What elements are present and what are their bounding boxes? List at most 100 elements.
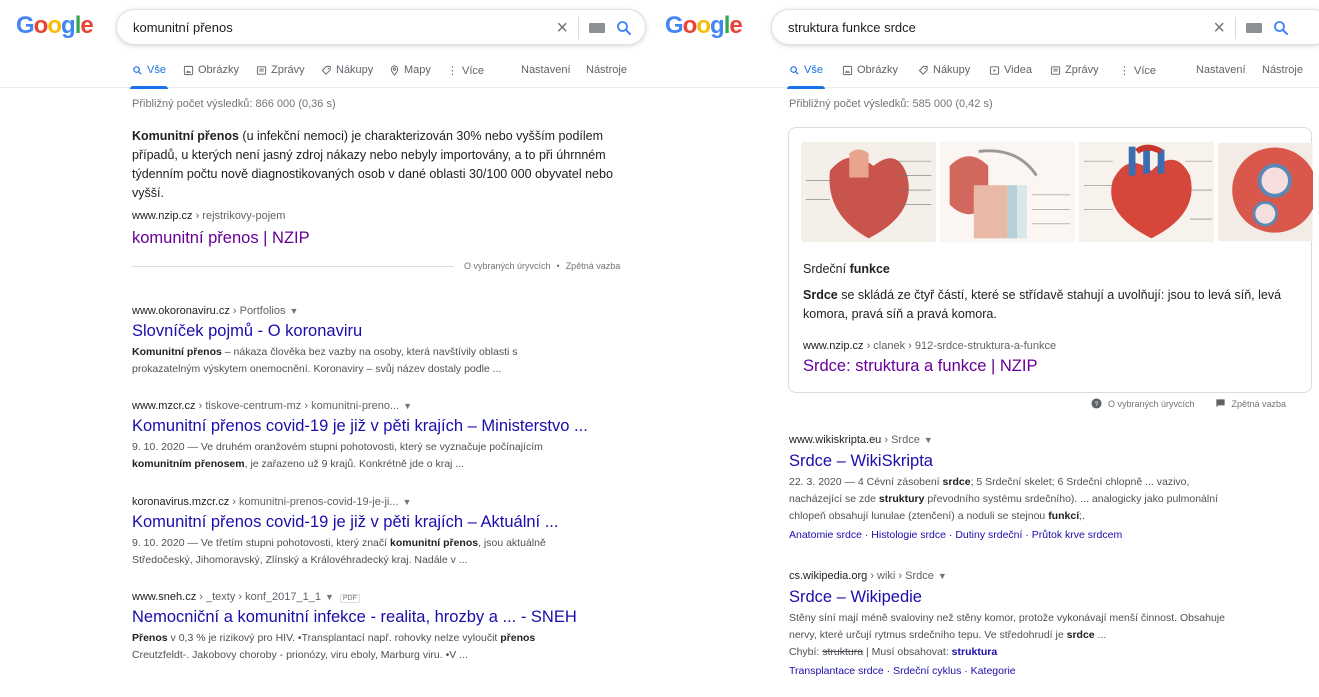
featured-result-title[interactable]: Srdce: struktura a funkce | NZIP bbox=[803, 357, 1037, 376]
chevron-down-icon[interactable]: ▼ bbox=[325, 592, 334, 602]
tab-shopping[interactable]: Nákupy bbox=[918, 64, 970, 76]
tab-settings[interactable]: Nastavení bbox=[1196, 64, 1246, 76]
feedback-icon bbox=[1215, 399, 1225, 408]
result-url: www.nzip.cz › clanek › 912-srdce-struktu… bbox=[803, 340, 1057, 352]
featured-result-title[interactable]: komunitní přenos | NZIP bbox=[132, 229, 310, 248]
search-tabs: Vše Obrázky Nákupy Videa Zprávy ⋮ Více N… bbox=[659, 58, 1319, 89]
search-input[interactable]: struktura funkce srdce bbox=[788, 20, 916, 35]
heart-diagram-image[interactable] bbox=[801, 140, 937, 244]
search-box[interactable]: komunitní přenos × bbox=[116, 9, 646, 45]
featured-snippet-card: Srdeční funkce Srdce se skládá ze čtyř č… bbox=[788, 127, 1313, 393]
chevron-down-icon[interactable]: ▼ bbox=[938, 571, 947, 581]
chevron-down-icon[interactable]: ▼ bbox=[403, 401, 412, 411]
tab-settings[interactable]: Nastavení bbox=[521, 64, 571, 76]
result-description: 9. 10. 2020 — Ve druhém oranžovém stupni… bbox=[132, 441, 543, 470]
search-box[interactable]: struktura funkce srdce × bbox=[771, 9, 1319, 45]
tab-tools[interactable]: Nástroje bbox=[586, 64, 627, 76]
tab-news[interactable]: Zprávy bbox=[1050, 64, 1099, 76]
divider bbox=[578, 17, 579, 39]
google-logo[interactable]: Google bbox=[16, 12, 94, 40]
help-icon: ? bbox=[1091, 398, 1102, 409]
about-snippets-link[interactable]: O vybraných úryvcích bbox=[1108, 399, 1195, 409]
clear-icon[interactable]: × bbox=[556, 17, 568, 39]
heart-image-strip[interactable] bbox=[801, 140, 1313, 244]
image-icon bbox=[183, 65, 194, 75]
tab-news[interactable]: Zprávy bbox=[256, 64, 305, 76]
pdf-badge: PDF bbox=[339, 594, 360, 603]
tab-images[interactable]: Obrázky bbox=[842, 64, 898, 76]
image-icon bbox=[842, 65, 853, 75]
divider bbox=[132, 266, 454, 267]
result-title[interactable]: Srdce – WikiSkripta bbox=[789, 452, 933, 471]
result-url: www.sneh.cz › _texty › konf_2017_1_1 ▼ PDF bbox=[132, 591, 360, 603]
snippet-heading: Srdeční funkce bbox=[803, 262, 890, 276]
chevron-down-icon[interactable]: ▼ bbox=[403, 497, 412, 507]
tab-all[interactable]: Vše bbox=[787, 64, 825, 89]
search-input[interactable]: komunitní přenos bbox=[133, 20, 233, 35]
result-description: Stěny síní mají méně svaloviny než stěny… bbox=[789, 610, 1314, 661]
result-description: 22. 3. 2020 — 4 Cévní zásobení srdce; 5 … bbox=[789, 476, 1218, 522]
result-title[interactable]: Komunitní přenos covid-19 je již v pěti … bbox=[132, 513, 558, 532]
search-icon bbox=[133, 65, 142, 75]
search-icon[interactable] bbox=[1272, 19, 1290, 37]
google-logo[interactable]: Google bbox=[665, 12, 743, 40]
result-url: www.okoronaviru.cz › Portfolios ▼ bbox=[132, 305, 299, 317]
play-icon bbox=[989, 65, 1000, 75]
result-title[interactable]: Srdce – Wikipedie bbox=[789, 588, 922, 607]
snippet-feedback: O vybraných úryvcích • Zpětná vazba bbox=[464, 261, 621, 271]
result-stats: Přibližný počet výsledků: 866 000 (0,36 … bbox=[132, 98, 336, 110]
tab-all[interactable]: Vše bbox=[130, 64, 168, 89]
result-description: Přenos v 0,3 % je rizikový pro HIV. •Tra… bbox=[132, 632, 536, 661]
result-title[interactable]: Nemocniční a komunitní infekce - realita… bbox=[132, 608, 577, 627]
clear-icon[interactable]: × bbox=[1213, 17, 1225, 39]
result-url: cs.wikipedia.org › wiki › Srdce ▼ bbox=[789, 570, 947, 582]
divider bbox=[1235, 17, 1236, 39]
search-tabs: Vše Obrázky Zprávy Nákupy Mapy ⋮ Více Na… bbox=[0, 58, 659, 89]
result-url: www.wikiskripta.eu › Srdce ▼ bbox=[789, 434, 933, 446]
result-description: Komunitní přenos – nákaza člověka bez va… bbox=[132, 346, 518, 375]
heart-anatomy-image[interactable] bbox=[1079, 140, 1215, 244]
chevron-down-icon[interactable]: ▼ bbox=[924, 435, 933, 445]
result-description: 9. 10. 2020 — Ve třetím stupni pohotovos… bbox=[132, 537, 546, 566]
result-url: www.nzip.cz › rejstrikovy-pojem bbox=[132, 210, 286, 222]
result-title[interactable]: Komunitní přenos covid-19 je již v pěti … bbox=[132, 417, 588, 436]
must-include-link[interactable]: struktura bbox=[952, 646, 998, 658]
snippet-feedback: ? O vybraných úryvcích Zpětná vazba bbox=[1091, 398, 1286, 409]
more-vert-icon: ⋮ bbox=[447, 65, 458, 77]
keyboard-icon[interactable] bbox=[1246, 23, 1262, 33]
right-search-page: Google struktura funkce srdce × Vše Obrá… bbox=[659, 0, 1319, 697]
tab-images[interactable]: Obrázky bbox=[183, 64, 239, 76]
result-url: www.mzcr.cz › tiskove-centrum-mz › komun… bbox=[132, 400, 413, 412]
result-title[interactable]: Slovníček pojmů - O koronaviru bbox=[132, 322, 362, 341]
left-search-page: Google komunitní přenos × Vše Obrázky Zp… bbox=[0, 0, 659, 697]
tab-more[interactable]: ⋮ Více bbox=[447, 64, 484, 78]
heart-wall-layers-image[interactable] bbox=[940, 140, 1076, 244]
news-icon bbox=[1050, 65, 1061, 75]
tag-icon bbox=[321, 65, 331, 75]
result-sitelinks[interactable]: Anatomie srdce · Histologie srdce · Duti… bbox=[789, 529, 1122, 541]
news-icon bbox=[256, 65, 267, 75]
featured-snippet-text: Srdce se skládá ze čtyř částí, které se … bbox=[803, 288, 1282, 321]
featured-snippet-text: Komunitní přenos (u infekční nemoci) je … bbox=[132, 129, 613, 200]
about-snippets-link[interactable]: O vybraných úryvcích bbox=[464, 261, 551, 271]
tab-tools[interactable]: Nástroje bbox=[1262, 64, 1303, 76]
tab-maps[interactable]: Mapy bbox=[389, 64, 431, 76]
feedback-link[interactable]: Zpětná vazba bbox=[1232, 399, 1287, 409]
heart-valves-image[interactable] bbox=[1218, 140, 1313, 244]
result-url: koronavirus.mzcr.cz › komunitni-prenos-c… bbox=[132, 496, 412, 508]
map-pin-icon bbox=[390, 64, 399, 76]
result-sitelinks[interactable]: Transplantace srdce · Srdeční cyklus · K… bbox=[789, 665, 1016, 677]
feedback-link[interactable]: Zpětná vazba bbox=[566, 261, 621, 271]
search-icon bbox=[790, 65, 799, 75]
search-icon[interactable] bbox=[615, 19, 633, 37]
more-vert-icon: ⋮ bbox=[1119, 65, 1130, 77]
result-stats: Přibližný počet výsledků: 585 000 (0,42 … bbox=[789, 98, 993, 110]
tag-icon bbox=[918, 65, 928, 75]
tab-more[interactable]: ⋮ Více bbox=[1119, 64, 1156, 78]
tab-shopping[interactable]: Nákupy bbox=[321, 64, 373, 76]
tab-videos[interactable]: Videa bbox=[989, 64, 1032, 76]
missing-terms: Chybí: struktura | Musí obsahovat: struk… bbox=[789, 646, 998, 658]
chevron-down-icon[interactable]: ▼ bbox=[289, 306, 298, 316]
svg-text:?: ? bbox=[1095, 401, 1099, 408]
keyboard-icon[interactable] bbox=[589, 23, 605, 33]
